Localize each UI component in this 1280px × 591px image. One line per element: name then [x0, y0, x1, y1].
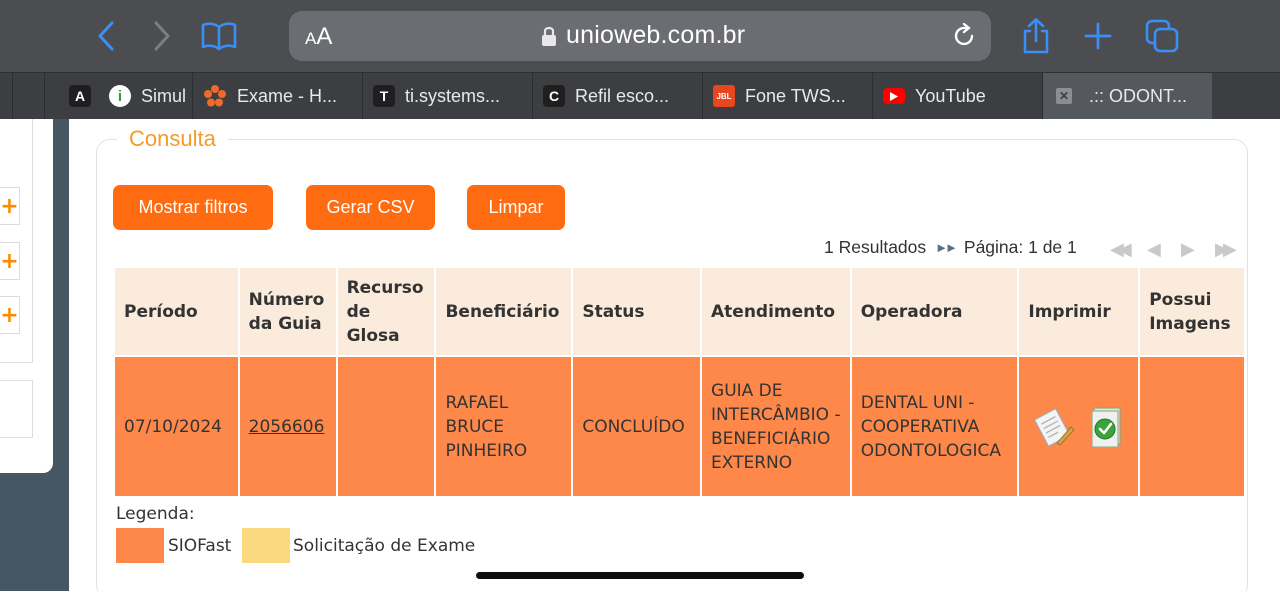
close-tab-icon[interactable]: ✕	[1056, 88, 1072, 104]
url-text: unioweb.com.br	[566, 21, 746, 49]
tab-favicon-c: C	[543, 85, 565, 107]
col-header-atendimento[interactable]: Atendimento	[700, 266, 852, 357]
cell-operadora: DENTAL UNI - COOPERATIVA ODONTOLOGICA	[849, 355, 1020, 498]
tab-refil[interactable]: C Refil esco...	[532, 73, 702, 119]
tab-fone[interactable]: JBL Fone TWS...	[702, 73, 872, 119]
first-page-icon[interactable]: ◀◀	[1110, 239, 1132, 260]
tab-partial[interactable]	[12, 73, 44, 119]
col-header-beneficiario[interactable]: Beneficiário	[434, 266, 574, 357]
tab-title: YouTube	[915, 85, 986, 106]
col-header-periodo[interactable]: Período	[113, 266, 240, 357]
results-table: Período Número da Guia Recurso de Glosa …	[113, 266, 1246, 498]
chevron-left-icon	[98, 21, 114, 51]
info-icon: i	[109, 85, 131, 107]
tab-favicon-a: A	[69, 85, 91, 107]
legend-label-exame: Solicitação de Exame	[293, 536, 476, 556]
left-box	[0, 380, 33, 438]
forward-button[interactable]	[141, 16, 181, 56]
main-panel: Consulta Mostrar filtros Gerar CSV Limpa…	[69, 119, 1280, 591]
col-header-operadora[interactable]: Operadora	[849, 266, 1020, 357]
legend-label-siofast: SIOFast	[168, 536, 232, 556]
clear-button[interactable]: Limpar	[467, 185, 565, 230]
tab-title: Refil esco...	[575, 85, 670, 106]
cell-recurso-glosa	[335, 355, 437, 498]
home-indicator	[476, 572, 804, 579]
section-title: Consulta	[117, 126, 228, 152]
reload-icon[interactable]	[951, 23, 977, 49]
tabs-overview-button[interactable]	[1142, 16, 1182, 56]
cell-periodo: 07/10/2024	[113, 355, 240, 498]
tab-odont[interactable]: ✕ .:: ODONT...	[1042, 73, 1212, 119]
plus-icon: +	[0, 302, 19, 328]
plus-icon: +	[0, 193, 19, 219]
col-header-numero-guia[interactable]: Número da Guia	[237, 266, 338, 357]
cell-beneficiario: RAFAEL BRUCE PINHEIRO	[434, 355, 574, 498]
col-header-status[interactable]: Status	[571, 266, 703, 357]
chevron-right-icon	[154, 21, 170, 51]
left-menu: + + +	[0, 119, 33, 363]
legend-title: Legenda:	[116, 504, 195, 524]
tab-simul[interactable]: A i Simul	[44, 73, 192, 119]
legend-swatch-exame	[242, 528, 290, 563]
flower-icon	[204, 85, 226, 107]
share-icon	[1023, 18, 1049, 54]
tab-title: Exame - H...	[237, 85, 338, 106]
prev-page-icon[interactable]: ◀	[1147, 239, 1161, 260]
generate-csv-button[interactable]: Gerar CSV	[306, 185, 435, 230]
bookmarks-button[interactable]	[199, 16, 239, 56]
results-info: 1 Resultados ►► Página: 1 de 1	[824, 237, 1077, 258]
cell-status: CONCLUÍDO	[571, 355, 703, 498]
tab-title: Simul	[141, 85, 187, 106]
expand-button[interactable]: +	[0, 187, 20, 225]
tabs-icon	[1145, 19, 1179, 53]
cell-possui-imagens	[1138, 355, 1246, 498]
show-filters-button[interactable]: Mostrar filtros	[113, 185, 273, 230]
double-chevron-icon: ►►	[935, 240, 958, 255]
pagination-text: Página: 1 de 1	[963, 237, 1077, 257]
tab-favicon-t: T	[373, 85, 395, 107]
tab-title: ti.systems...	[405, 85, 501, 106]
last-page-icon[interactable]: ▶▶	[1215, 239, 1237, 260]
table-header-row: Período Número da Guia Recurso de Glosa …	[113, 266, 1246, 357]
tab-title: Fone TWS...	[745, 85, 846, 106]
jbl-icon: JBL	[713, 85, 735, 107]
new-tab-button[interactable]	[1078, 16, 1118, 56]
tab-title: .:: ODONT...	[1089, 85, 1188, 106]
left-panel: + + +	[0, 119, 53, 473]
tab-tisystems[interactable]: T ti.systems...	[362, 73, 532, 119]
lock-icon	[542, 26, 556, 46]
plus-icon	[1084, 22, 1112, 50]
youtube-icon	[883, 88, 905, 104]
text-size-button[interactable]: AA	[305, 23, 332, 51]
tab-exame[interactable]: Exame - H...	[192, 73, 362, 119]
cell-imprimir	[1017, 355, 1141, 498]
col-header-recurso-glosa[interactable]: Recurso de Glosa	[335, 266, 437, 357]
browser-toolbar: AA unioweb.com.br	[0, 0, 1280, 72]
share-button[interactable]	[1016, 16, 1056, 56]
expand-button[interactable]: +	[0, 242, 20, 280]
cell-atendimento: GUIA DE INTERCÂMBIO - BENEFICIÁRIO EXTER…	[700, 355, 852, 498]
address-bar[interactable]: AA unioweb.com.br	[289, 11, 991, 61]
cell-numero-guia: 2056606	[237, 355, 338, 498]
print-approved-icon[interactable]	[1089, 405, 1125, 449]
book-icon	[201, 22, 237, 51]
legend-swatch-siofast	[116, 528, 164, 563]
next-page-icon[interactable]: ▶	[1181, 239, 1195, 260]
col-header-imprimir: Imprimir	[1017, 266, 1141, 357]
page-content: + + + Consulta Mostrar filtros Gerar CSV…	[0, 119, 1280, 591]
back-button[interactable]	[87, 16, 127, 56]
tab-youtube[interactable]: YouTube	[872, 73, 1042, 119]
tab-strip: A i Simul Exame - H... T ti.systems... C…	[0, 72, 1280, 119]
col-header-possui-imagens[interactable]: Possui Imagens	[1138, 266, 1246, 357]
results-count: 1 Resultados	[824, 237, 927, 257]
table-row: 07/10/2024 2056606 RAFAEL BRUCE PINHEIRO…	[113, 355, 1246, 498]
guia-link[interactable]: 2056606	[249, 417, 325, 437]
plus-icon: +	[0, 248, 19, 274]
print-document-icon[interactable]	[1031, 405, 1075, 449]
expand-button[interactable]: +	[0, 296, 20, 334]
